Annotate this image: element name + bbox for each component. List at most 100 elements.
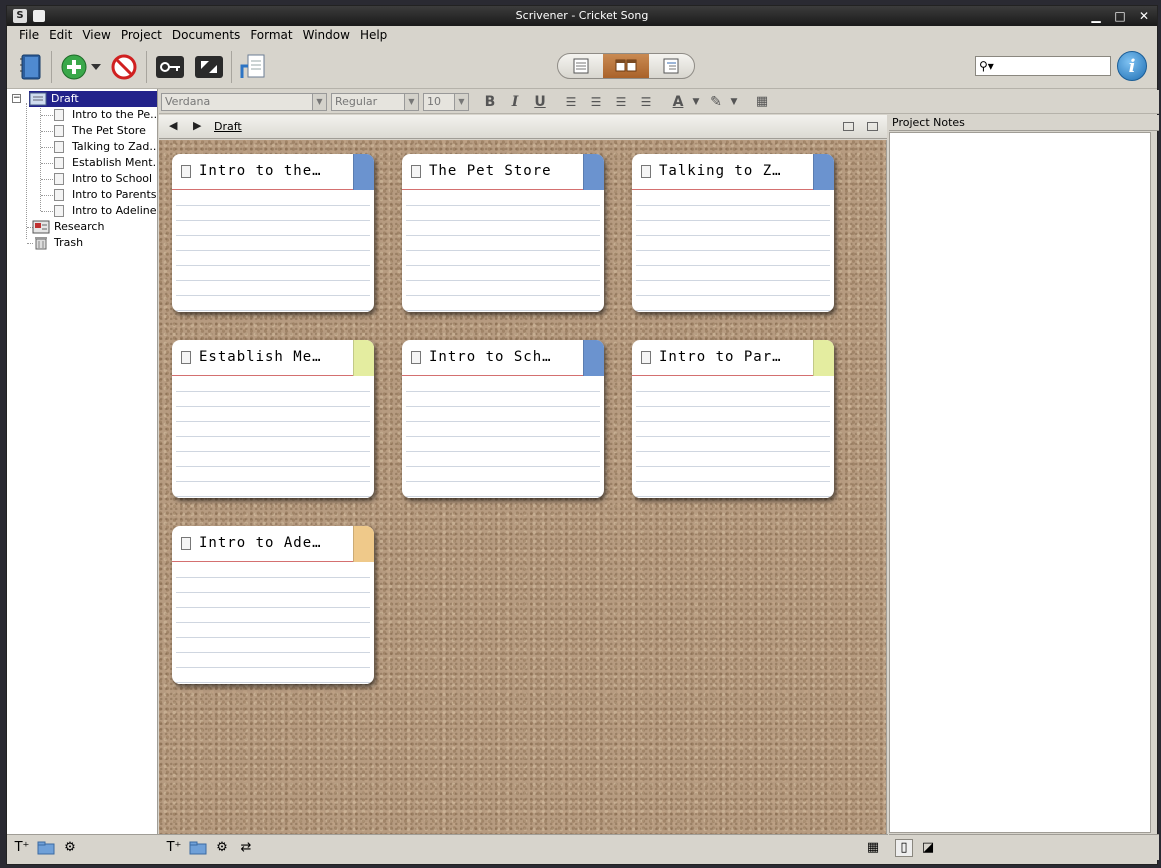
forward-arrow-icon[interactable]: ▶ [193, 119, 201, 132]
binder-item-draft[interactable]: Draft [29, 91, 157, 107]
card-title[interactable]: Establish Me… [199, 349, 347, 365]
menu-window[interactable]: Window [298, 26, 355, 45]
scrivener-app-icon[interactable]: S [13, 9, 27, 23]
align-center-icon[interactable]: ☰ [587, 93, 605, 111]
gear-icon[interactable]: ⚙ [61, 839, 79, 857]
card-title[interactable]: The Pet Store [429, 163, 577, 179]
project-notes-header: Project Notes [889, 115, 1159, 131]
card-synopsis[interactable] [176, 377, 370, 498]
split-horizontal-icon[interactable] [867, 122, 878, 131]
index-card[interactable]: Intro to the… [172, 154, 374, 312]
no-entry-icon [111, 54, 137, 80]
menu-help[interactable]: Help [355, 26, 392, 45]
back-arrow-icon[interactable]: ◀ [169, 119, 177, 132]
search-icon[interactable]: ⚲▾ [979, 59, 995, 73]
binder-item-research[interactable]: Research [32, 219, 104, 235]
binder-item-6[interactable]: Intro to Adeline... [54, 203, 157, 219]
menu-documents[interactable]: Documents [167, 26, 245, 45]
index-card[interactable]: Intro to Ade… [172, 526, 374, 684]
index-card[interactable]: Talking to Z… [632, 154, 834, 312]
card-status-checkbox[interactable] [181, 537, 191, 550]
card-synopsis[interactable] [176, 191, 370, 312]
close-button[interactable]: ✕ [1137, 6, 1151, 26]
table-icon[interactable]: ▦ [753, 93, 771, 111]
font-size-select[interactable]: 10 ▼ [423, 93, 469, 111]
inspector-document-button[interactable] [237, 51, 269, 83]
index-card[interactable]: Establish Me… [172, 340, 374, 498]
card-status-checkbox[interactable] [641, 351, 651, 364]
outliner-view-button[interactable] [649, 54, 694, 78]
chevron-down-icon[interactable]: ▼ [725, 93, 743, 111]
maximize-button[interactable]: □ [1113, 6, 1127, 26]
menu-format[interactable]: Format [245, 26, 297, 45]
card-status-checkbox[interactable] [411, 165, 421, 178]
binder-toggle-button[interactable] [15, 51, 47, 83]
add-document-dropdown[interactable] [89, 51, 103, 83]
full-screen-button[interactable] [193, 51, 225, 83]
text-color-icon[interactable]: A [669, 93, 687, 111]
main-toolbar: ⚲▾ i [7, 45, 1157, 89]
window-menu-icon[interactable] [33, 10, 45, 22]
swap-arrows-icon[interactable]: ⇄ [237, 839, 255, 857]
card-synopsis[interactable] [636, 191, 830, 312]
italic-button[interactable]: I [506, 93, 524, 111]
font-family-select[interactable]: Verdana ▼ [161, 93, 327, 111]
split-vertical-icon[interactable] [843, 122, 854, 131]
gear-icon[interactable]: ⚙ [213, 839, 231, 857]
card-synopsis[interactable] [176, 563, 370, 684]
draft-collapse-toggle[interactable]: − [12, 94, 21, 103]
corkboard-view-button[interactable] [603, 54, 649, 78]
add-text-icon[interactable]: T⁺ [165, 839, 183, 857]
font-style-select[interactable]: Regular ▼ [331, 93, 419, 111]
menu-view[interactable]: View [77, 26, 115, 45]
align-justify-icon[interactable]: ☰ [612, 93, 630, 111]
add-text-icon[interactable]: T⁺ [13, 839, 31, 857]
bold-button[interactable]: B [481, 93, 499, 111]
menu-edit[interactable]: Edit [44, 26, 77, 45]
search-field[interactable]: ⚲▾ [975, 56, 1111, 76]
card-title[interactable]: Intro to Sch… [429, 349, 577, 365]
card-title[interactable]: Intro to the… [199, 163, 347, 179]
notes-document-icon[interactable]: ▯ [895, 838, 913, 857]
card-title[interactable]: Intro to Par… [659, 349, 807, 365]
card-status-checkbox[interactable] [181, 165, 191, 178]
index-card[interactable]: The Pet Store [402, 154, 604, 312]
binder-item-1[interactable]: The Pet Store [54, 123, 146, 139]
add-folder-icon[interactable] [189, 839, 207, 857]
minimize-button[interactable]: ▁ [1089, 6, 1103, 26]
breadcrumb[interactable]: Draft [214, 120, 242, 133]
card-synopsis[interactable] [406, 191, 600, 312]
binder-item-3[interactable]: Establish Ment... [54, 155, 157, 171]
card-status-checkbox[interactable] [411, 351, 421, 364]
project-notes-text-area[interactable] [889, 132, 1151, 833]
align-left-icon[interactable]: ☰ [562, 93, 580, 111]
align-right-icon[interactable]: ☰ [637, 93, 655, 111]
card-title[interactable]: Talking to Z… [659, 163, 807, 179]
index-card[interactable]: Intro to Par… [632, 340, 834, 498]
document-arrow-icon [240, 54, 265, 78]
binder-item-5[interactable]: Intro to Parents [54, 187, 157, 203]
binder-item-0[interactable]: Intro to the Pe... [54, 107, 157, 123]
delete-button[interactable] [108, 51, 140, 83]
notes-bookmark-icon[interactable]: ◪ [919, 839, 937, 857]
inspector-info-button[interactable]: i [1117, 51, 1147, 81]
keywords-button[interactable] [154, 51, 186, 83]
card-status-checkbox[interactable] [181, 351, 191, 364]
binder-item-2[interactable]: Talking to Zad... [54, 139, 157, 155]
binder-item-4[interactable]: Intro to School [54, 171, 152, 187]
card-synopsis[interactable] [636, 377, 830, 498]
add-folder-icon[interactable] [37, 839, 55, 857]
grid-layout-icon[interactable]: ▦ [864, 839, 882, 857]
menu-project[interactable]: Project [116, 26, 167, 45]
chevron-down-icon[interactable]: ▼ [687, 93, 705, 111]
scrivenings-view-button[interactable] [558, 54, 603, 78]
highlight-icon[interactable]: ✎ [707, 93, 725, 111]
card-title[interactable]: Intro to Ade… [199, 535, 347, 551]
add-document-button[interactable] [58, 51, 90, 83]
card-synopsis[interactable] [406, 377, 600, 498]
index-card[interactable]: Intro to Sch… [402, 340, 604, 498]
card-status-checkbox[interactable] [641, 165, 651, 178]
binder-item-trash[interactable]: Trash [32, 235, 83, 251]
menu-file[interactable]: File [14, 26, 44, 45]
underline-button[interactable]: U [531, 93, 549, 111]
